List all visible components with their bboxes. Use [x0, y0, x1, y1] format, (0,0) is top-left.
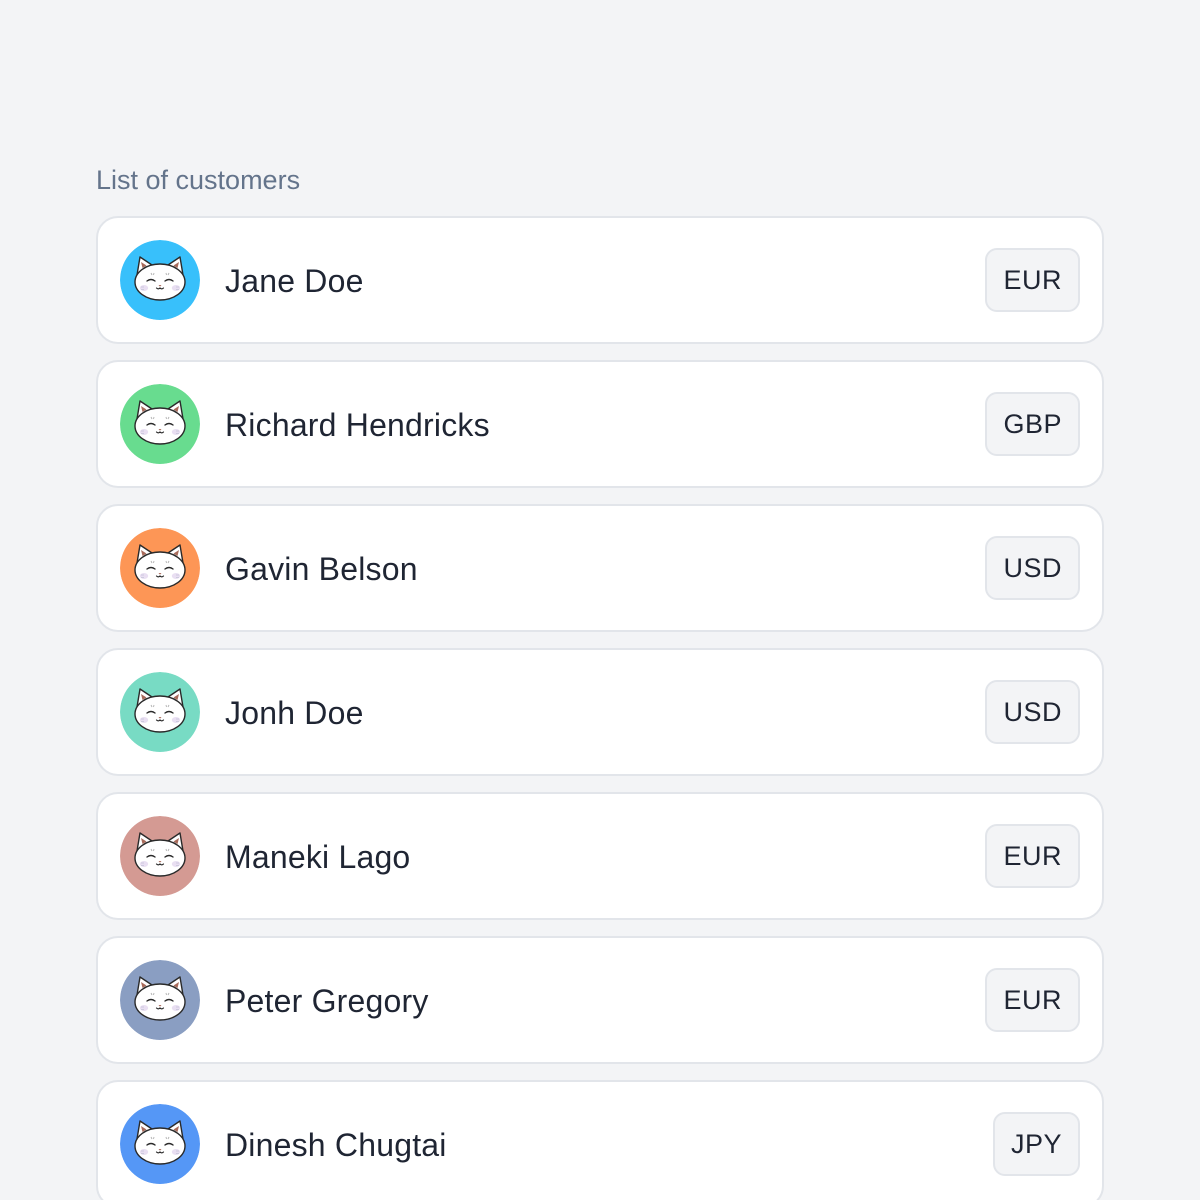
avatar [120, 816, 200, 896]
customer-card[interactable]: Dinesh Chugtai JPY [96, 1080, 1104, 1200]
customer-card[interactable]: Richard Hendricks GBP [96, 360, 1104, 488]
cat-face-icon [120, 384, 200, 464]
customer-name: Dinesh Chugtai [225, 1127, 447, 1163]
cat-face-icon [120, 816, 200, 896]
avatar [120, 1104, 200, 1184]
customer-card[interactable]: Jane Doe EUR [96, 216, 1104, 344]
avatar [120, 528, 200, 608]
cat-face-icon [120, 1104, 200, 1184]
customers-page: List of customers Jane Doe EUR Richard H… [0, 0, 1200, 1200]
customer-list: Jane Doe EUR Richard Hendricks GBP Gavin… [96, 216, 1104, 1200]
customer-card[interactable]: Jonh Doe USD [96, 648, 1104, 776]
currency-badge: EUR [985, 968, 1080, 1032]
cat-face-icon [120, 672, 200, 752]
currency-badge: EUR [985, 248, 1080, 312]
customer-card[interactable]: Peter Gregory EUR [96, 936, 1104, 1064]
customer-name: Peter Gregory [225, 983, 429, 1019]
cat-face-icon [120, 528, 200, 608]
currency-badge: USD [985, 536, 1080, 600]
cat-face-icon [120, 960, 200, 1040]
customer-card[interactable]: Maneki Lago EUR [96, 792, 1104, 920]
customer-name: Jane Doe [225, 263, 364, 299]
customer-card[interactable]: Gavin Belson USD [96, 504, 1104, 632]
avatar [120, 960, 200, 1040]
avatar [120, 672, 200, 752]
customer-name: Jonh Doe [225, 695, 364, 731]
avatar [120, 384, 200, 464]
currency-badge: GBP [985, 392, 1080, 456]
currency-badge: JPY [992, 1112, 1080, 1176]
customer-name: Richard Hendricks [225, 407, 490, 443]
customer-name: Gavin Belson [225, 551, 418, 587]
currency-badge: USD [985, 680, 1080, 744]
cat-face-icon [120, 240, 200, 320]
customer-name: Maneki Lago [225, 839, 411, 875]
section-title: List of customers [96, 165, 301, 195]
currency-badge: EUR [985, 824, 1080, 888]
avatar [120, 240, 200, 320]
